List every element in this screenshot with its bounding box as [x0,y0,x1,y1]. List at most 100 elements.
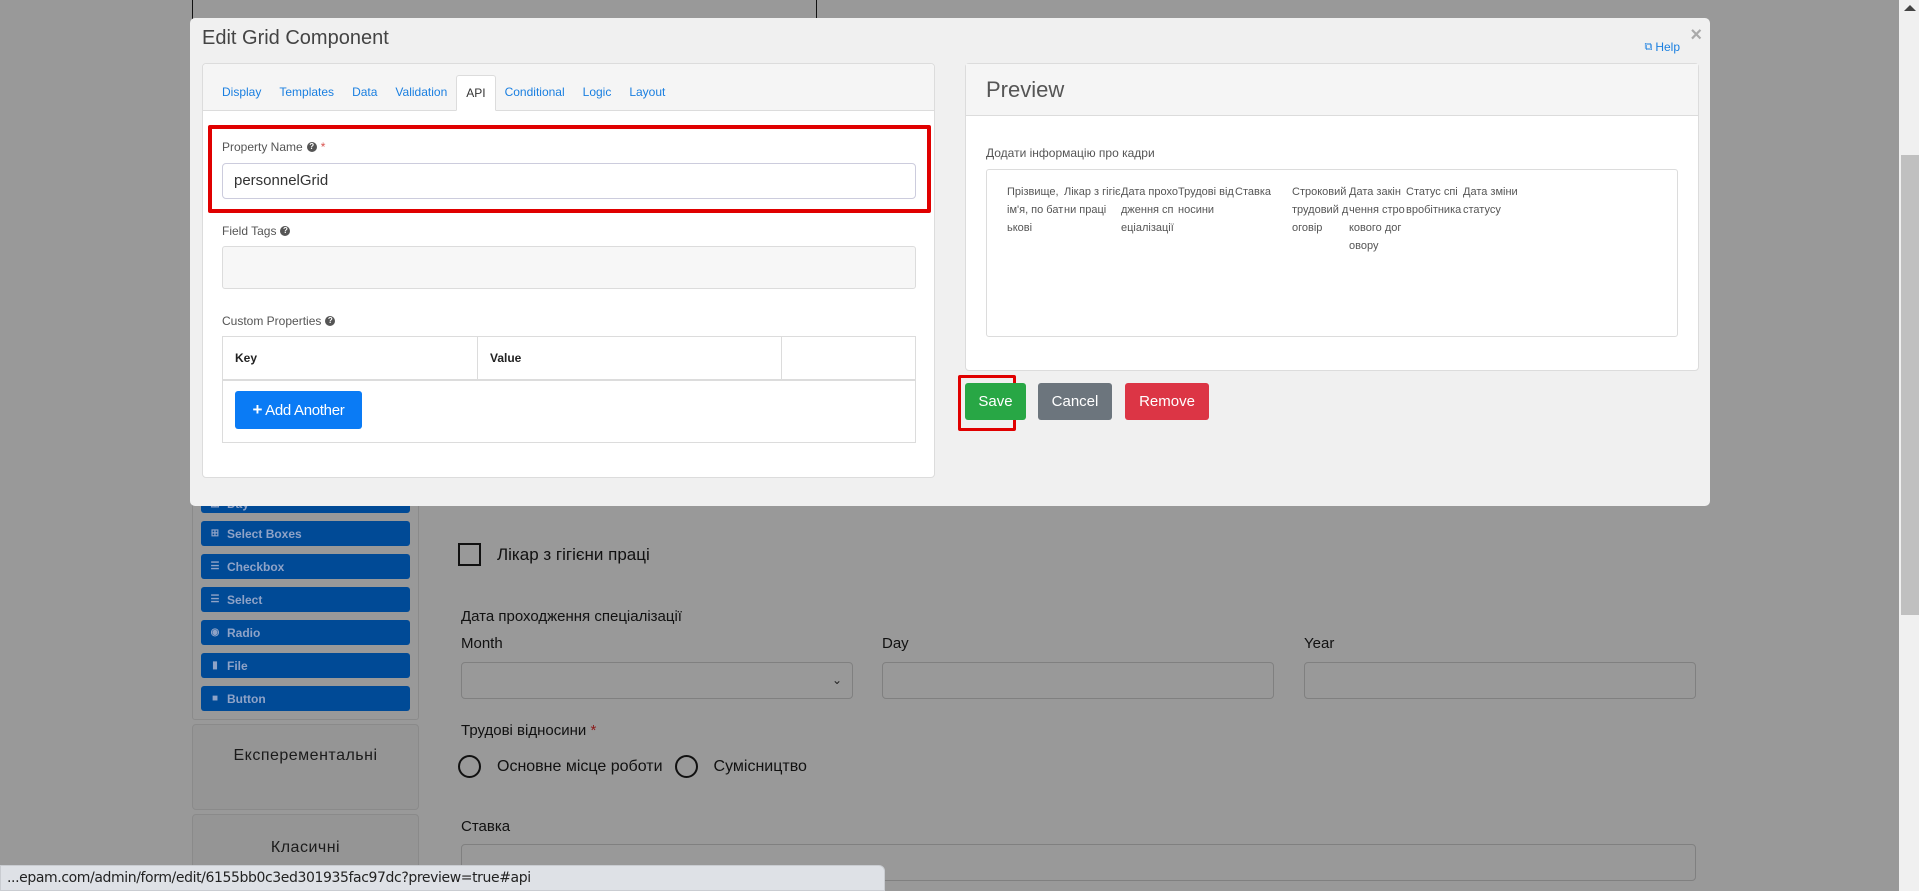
tab-layout[interactable]: Layout [620,85,674,110]
year-input[interactable] [1304,662,1696,699]
property-name-label: Property Name ? * [222,140,325,154]
grid-column-header: Дата зміни статусу [1463,186,1518,216]
tab-logic[interactable]: Logic [574,85,621,110]
tab-display[interactable]: Display [213,85,270,110]
remove-button[interactable]: Remove [1125,383,1209,420]
divider [816,0,817,20]
file-icon: ▮ [212,659,218,671]
tab-data[interactable]: Data [343,85,386,110]
sidebar-item-label: File [227,658,248,673]
page-scrollbar[interactable] [1899,0,1919,891]
plus-icon: + [252,400,263,419]
rate-label: Ставка [461,818,511,835]
label-text: Property Name [222,140,303,154]
list-icon: ☰ [210,560,220,572]
preview-panel: Preview Додати інформацію про кадри Пріз… [965,63,1699,371]
sidebar-item-radio[interactable]: ◉ Radio [201,620,410,645]
checkbox-hygiene-doctor[interactable]: Лікар з гігієни праці [458,543,650,566]
year-label: Year [1304,635,1335,652]
grid-preview: Прізвище, ім'я, по батькові Лікар з гігіє… [986,169,1678,337]
plus-square-icon: ⊞ [210,527,220,539]
chevron-down-icon: ⌄ [831,673,842,687]
sidebar-item-label: Radio [227,625,261,640]
add-another-button[interactable]: + Add Another [235,391,362,429]
grid-column-header: Дата закінчення строкового договору [1349,186,1405,252]
sidebar-section-experimental[interactable]: Експерементальні [192,724,419,810]
grid-column-header: Ставка [1235,186,1271,198]
label-text: Field Tags [222,224,277,238]
date-field-label: Дата проходження спеціалізації [461,608,682,625]
day-input[interactable] [882,662,1274,699]
column-key: Key [223,337,478,379]
question-circle-icon[interactable]: ? [306,142,317,152]
preview-title: Preview [966,64,1698,116]
column-value: Value [478,337,782,379]
list-icon: ☰ [210,593,220,605]
table-header: Key Value [223,337,915,381]
scroll-thumb[interactable] [1901,155,1919,615]
day-label: Day [882,635,909,652]
month-select[interactable]: ⌄ [461,662,853,699]
checkbox[interactable] [458,543,481,566]
sidebar-item-label: Select Boxes [227,526,302,541]
sidebar-item-label: Select [227,592,263,607]
sidebar-item-button[interactable]: ■ Button [201,686,410,711]
relations-label: Трудові відносини * [461,722,596,739]
edit-grid-component-modal: Edit Grid Component ⧉ Help × Display Tem… [190,18,1710,506]
tab-api[interactable]: API [456,75,496,111]
required-mark: * [590,722,597,739]
cancel-button[interactable]: Cancel [1038,383,1112,420]
grid-column-header: Статус співробітника [1406,186,1462,216]
sidebar-item-select[interactable]: ☰ Select [201,587,410,612]
sidebar-basic-group: ▦ Day ⊞ Select Boxes ☰ Checkbox ☰ Select… [192,490,419,720]
field-tags-label: Field Tags ? [222,224,291,238]
grid-column-header: Прізвище, ім'я, по батькові [1007,186,1064,234]
section-label: Експерементальні [233,747,378,764]
grid-column-header: Строковий трудовий договір [1292,186,1349,234]
dot-circle-icon: ◉ [210,626,220,638]
save-button[interactable]: Save [965,383,1026,420]
modal-title: Edit Grid Component [202,27,389,49]
custom-properties-label: Custom Properties ? [222,314,336,328]
column-actions [782,337,915,379]
property-name-input[interactable]: personnelGrid [222,163,916,199]
label-text: Custom Properties [222,314,322,328]
section-label: Класичні [270,839,341,856]
external-link-icon: ⧉ [1644,40,1653,53]
sidebar-item-file[interactable]: ▮ File [201,653,410,678]
required-mark: * [320,140,326,154]
field-tags-input[interactable] [222,246,916,289]
settings-tabs: Display Templates Data Validation API Co… [203,64,934,111]
settings-panel: Display Templates Data Validation API Co… [202,63,935,478]
relations-label-text: Трудові відносини [461,722,587,739]
divider [192,0,193,20]
grid-column-header: Лікар з гігієни праці [1064,186,1121,216]
tab-validation[interactable]: Validation [386,85,456,110]
sidebar-item-select-boxes[interactable]: ⊞ Select Boxes [201,521,410,546]
tab-conditional[interactable]: Conditional [496,85,574,110]
checkbox-label: Лікар з гігієни праці [497,544,650,564]
question-circle-icon[interactable]: ? [325,316,336,326]
custom-properties-table: Key Value + Add Another [222,336,916,443]
grid-label: Додати інформацію про кадри [986,146,1155,160]
relations-radio-group: Основне місце роботи Сумісництво [458,755,807,778]
grid-header-row: Прізвище, ім'я, по батькові Лікар з гігіє… [987,170,1677,255]
tab-templates[interactable]: Templates [270,85,343,110]
question-circle-icon[interactable]: ? [280,226,291,236]
component-sidebar: ▦ Day ⊞ Select Boxes ☰ Checkbox ☰ Select… [192,490,419,874]
radio-main-workplace[interactable] [458,755,481,778]
grid-column-header: Трудові відносини [1178,186,1234,216]
radio-part-time[interactable] [674,755,698,778]
close-icon[interactable]: × [1690,24,1702,47]
month-label: Month [461,635,503,652]
radio-label: Сумісництво [713,757,807,775]
browser-status-url: ...epam.com/admin/form/edit/6155bb0c3ed3… [0,865,885,891]
help-label: Help [1655,40,1680,54]
square-icon: ■ [211,692,219,704]
radio-label: Основне місце роботи [497,757,663,775]
help-link[interactable]: ⧉ Help [1644,40,1680,54]
scroll-up-arrow-icon[interactable] [1904,5,1916,11]
grid-column-header: Дата проходження спеціалізації [1121,186,1178,234]
sidebar-item-checkbox[interactable]: ☰ Checkbox [201,554,410,579]
sidebar-item-label: Button [227,691,266,706]
